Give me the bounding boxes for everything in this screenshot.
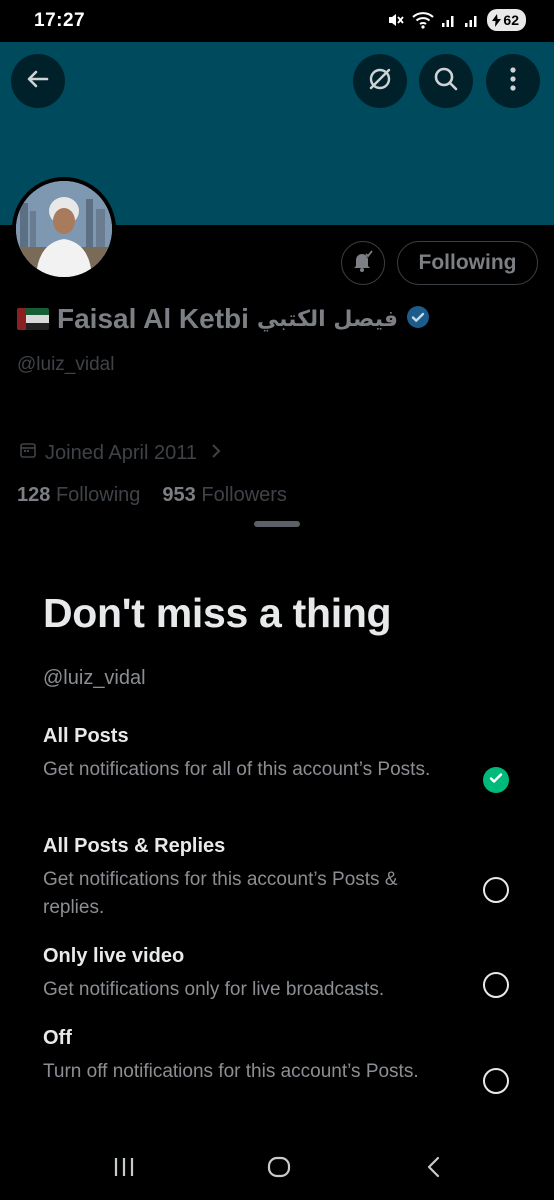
back-arrow-icon [25, 66, 51, 97]
followers-count: 953 [162, 484, 196, 506]
following-button[interactable]: Following [397, 241, 538, 285]
battery-indicator: 62 [487, 9, 526, 31]
option-title: Only live video [43, 945, 185, 967]
option-all-posts[interactable]: All Posts Get notifications for all of t… [43, 725, 523, 793]
checkmark-icon [488, 770, 504, 791]
sheet-handle: @luiz_vidal [43, 667, 146, 689]
option-title: All Posts & Replies [43, 835, 226, 857]
wifi-icon [412, 11, 435, 29]
signal-icon [464, 12, 480, 28]
system-nav-bar [0, 1134, 554, 1200]
back-nav-button[interactable] [426, 1156, 442, 1183]
uae-flag-icon [17, 308, 49, 330]
signal-icon [441, 12, 457, 28]
search-icon [433, 66, 459, 97]
joined-date: Joined April 2011 [19, 441, 221, 465]
notification-sheet: Don't miss a thing @luiz_vidal All Posts… [0, 510, 554, 1134]
radio-button[interactable] [483, 877, 509, 903]
back-icon [426, 1156, 442, 1183]
followers-label: Followers [201, 484, 287, 506]
chevron-right-icon[interactable] [211, 442, 221, 465]
sheet-title: Don't miss a thing [43, 590, 392, 636]
sheet-grabber[interactable] [254, 521, 300, 527]
recent-apps-button[interactable] [112, 1156, 136, 1183]
arabic-name: فيصل الكتبي [256, 306, 399, 332]
following-count: 128 [17, 484, 51, 506]
option-description: Get notifications for this account’s Pos… [43, 869, 398, 918]
status-time: 17:27 [34, 10, 86, 31]
following-label: Following [55, 484, 141, 506]
translate-icon [366, 65, 394, 98]
display-name: Faisal Al Ketbi [57, 303, 249, 334]
battery-level: 62 [503, 12, 519, 28]
translate-button[interactable] [353, 54, 407, 108]
option-off[interactable]: Off Turn off notifications for this acco… [43, 1027, 523, 1094]
verified-badge-icon [406, 305, 430, 334]
home-icon [266, 1156, 292, 1183]
option-only-live-video[interactable]: Only live video Get notifications only f… [43, 945, 523, 1004]
radio-selected[interactable] [483, 767, 509, 793]
calendar-icon [19, 441, 37, 465]
radio-button[interactable] [483, 1068, 509, 1094]
followers-stat[interactable]: 953 Followers [162, 484, 287, 507]
option-title: All Posts [43, 725, 129, 747]
search-button[interactable] [419, 54, 473, 108]
following-stat[interactable]: 128 Following [17, 484, 140, 507]
profile-stats: 128 Following 953 Followers [17, 484, 287, 507]
mute-icon [387, 11, 405, 29]
option-title: Off [43, 1027, 72, 1049]
joined-text: Joined April 2011 [45, 441, 197, 464]
status-icons: 62 [387, 9, 526, 31]
recent-apps-icon [112, 1156, 136, 1183]
option-all-posts-replies[interactable]: All Posts & Replies Get notifications fo… [43, 835, 523, 922]
status-bar: 17:27 62 [0, 0, 554, 42]
option-description: Get notifications for all of this accoun… [43, 759, 431, 780]
home-button[interactable] [266, 1156, 292, 1183]
avatar-image [16, 181, 112, 277]
avatar[interactable] [12, 177, 116, 281]
profile-name-row: Faisal Al Ketbi فيصل الكتبي [17, 303, 430, 335]
profile-handle: @luiz_vidal [17, 354, 115, 375]
radio-button[interactable] [483, 972, 509, 998]
battery-charging-icon [492, 13, 502, 27]
more-vertical-icon [509, 66, 517, 97]
back-button[interactable] [11, 54, 65, 108]
bell-check-icon [350, 248, 376, 279]
more-button[interactable] [486, 54, 540, 108]
option-description: Get notifications only for live broadcas… [43, 979, 385, 1000]
option-description: Turn off notifications for this account’… [43, 1061, 419, 1082]
notification-bell-button[interactable] [341, 241, 385, 285]
